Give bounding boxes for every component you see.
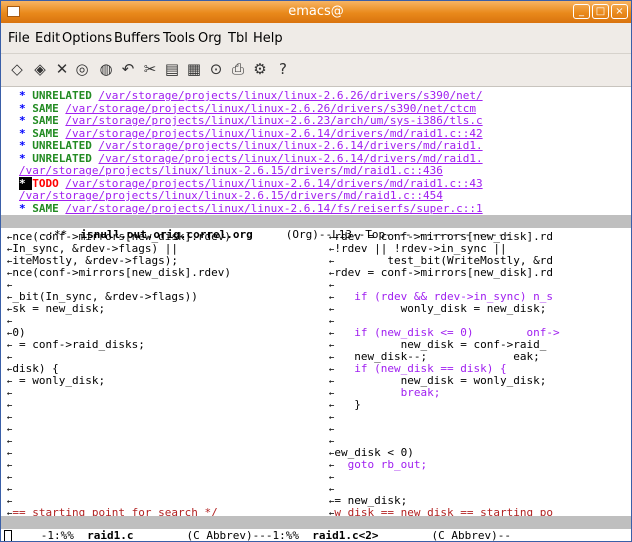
maximize-icon[interactable]: □ [592,4,609,19]
code-text: sk = new_disk; [12,302,106,315]
right-code-line[interactable]: ← goto rb_out; [329,458,427,471]
org-keyword: UNRELATED [32,139,99,152]
org-keyword: UNRELATED [32,151,99,165]
org-keyword: SAME [32,114,66,127]
org-heading-star: * [19,151,33,165]
menu-options[interactable]: Options [62,31,112,46]
org-file-link[interactable]: /var/storage/projects/linux/linux-2.6.14… [98,139,482,152]
menu-tools[interactable]: Tools [163,31,195,46]
org-line[interactable]: /var/storage/projects/linux/linux-2.6.15… [19,189,443,202]
close-window-icon[interactable]: × [611,4,628,19]
org-file-link[interactable]: /var/storage/projects/linux/linux-2.6.14… [65,177,482,190]
close-icon[interactable]: ✕ [53,60,71,78]
minibuffer[interactable] [1,530,631,541]
paste-icon[interactable]: ▦ [185,60,203,78]
save-icon[interactable]: ◎ [73,60,91,78]
menu-edit[interactable]: Edit [35,31,60,46]
org-heading-star: * [19,176,33,190]
org-file-link[interactable]: /var/storage/projects/linux/linux-2.6.26… [98,89,482,102]
toolbar: ◇ ◈ ✕ ◎ ◍ ↶ ✂ ▤ ▦ ⊙ ⎙ ⚙? [1,54,631,87]
org-keyword: SAME [32,101,66,115]
org-line[interactable]: /var/storage/projects/linux/linux-2.6.15… [19,164,443,177]
org-file-link[interactable]: /var/storage/projects/linux/linux-2.6.14… [98,152,482,165]
org-line[interactable]: * UNRELATED /var/storage/projects/linux/… [19,152,483,165]
org-heading-star: * [19,101,33,115]
title-bar[interactable]: emacs@ _ □ × [1,1,631,23]
org-line[interactable]: * SAME /var/storage/projects/linux/linux… [19,102,476,115]
minibuffer-cursor [4,530,12,541]
save-as-icon[interactable]: ◍ [97,60,115,78]
org-file-link[interactable]: /var/storage/projects/linux/linux-2.6.15… [19,164,443,177]
org-heading-star: * [19,89,33,102]
org-file-link[interactable]: /var/storage/projects/linux/linux-2.6.26… [65,102,476,115]
copy-icon[interactable]: ▤ [163,60,181,78]
print-icon[interactable]: ⎙ [229,60,247,78]
open-dir-icon[interactable]: ◈ [31,60,49,78]
org-heading-star: * [19,201,33,215]
menu-buffers[interactable]: Buffers [114,31,160,46]
emacs-window: emacs@ _ □ × File Edit Options Buffers Tools… [0,0,632,542]
org-keyword: SAME [32,201,66,215]
org-line[interactable]: * TODO /var/storage/projects/linux/linux… [19,176,483,190]
left-code-line[interactable]: ←sk = new_disk; [7,302,105,315]
help-icon[interactable]: ? [274,60,292,78]
org-line[interactable]: * UNRELATED /var/storage/projects/linux/… [19,89,483,102]
right-code-line[interactable]: ←rdev = conf->mirrors[new_disk].rd [329,266,553,279]
org-file-link[interactable]: /var/storage/projects/linux/linux-2.6.14… [65,202,482,215]
bottom-modeline[interactable]: -1:%% raid1.c (C Abbrev)---1:%% raid1.c<… [1,516,631,541]
menu-file[interactable]: File [8,31,30,46]
code-text: nce(conf->mirrors[new_disk].rdev) [12,266,231,279]
org-heading-star: * [19,114,33,127]
menu-tbl[interactable]: Tbl [228,31,248,46]
preferences-icon[interactable]: ⚙ [251,60,269,78]
left-code-line[interactable]: ←nce(conf->mirrors[new_disk].rdev) [7,266,231,279]
org-keyword: TODO [32,176,66,190]
right-code-pane[interactable]: ←rdev = conf->mirrors[new_disk].rd ←!rdev… [323,228,631,517]
window-title: emacs@ [288,4,344,19]
left-code-line[interactable]: ← = conf->raid_disks; [7,338,145,351]
undo-icon[interactable]: ↶ [119,60,137,78]
code-text: = conf->raid_disks; [12,338,145,351]
search-icon[interactable]: ⊙ [207,60,225,78]
left-code-pane[interactable]: ←nce(conf->mirrors[new_disk].rdev) ←In_sy… [1,228,321,517]
org-line[interactable]: * SAME /var/storage/projects/linux/linux… [19,114,483,127]
org-line[interactable]: * UNRELATED /var/storage/projects/linux/… [19,139,483,152]
minimize-icon[interactable]: _ [573,4,590,19]
right-code-line[interactable]: ← wonly_disk = new_disk; [329,302,546,315]
org-keyword: SAME [32,126,66,140]
org-line[interactable]: * SAME /var/storage/projects/linux/linux… [19,202,483,215]
org-file-link[interactable]: /var/storage/projects/linux/linux-2.6.15… [19,189,443,202]
org-file-link[interactable]: /var/storage/projects/linux/linux-2.6.23… [65,114,482,127]
open-file-icon[interactable]: ◇ [8,60,26,78]
code-text: rdev = conf->mirrors[new_disk].rd [334,266,553,279]
editor-area[interactable]: * UNRELATED /var/storage/projects/linux/… [1,87,631,541]
org-file-link[interactable]: /var/storage/projects/linux/linux-2.6.14… [65,127,482,140]
left-code-line[interactable]: ← = wonly_disk; [7,374,105,387]
org-modeline[interactable]: -:** isnull.out.orig.correl.org (Org)--L… [1,215,631,241]
code-text: wonly_disk = new_disk; [334,302,547,315]
cut-icon[interactable]: ✂ [141,60,159,78]
menu-org[interactable]: Org [198,31,222,46]
code-text: = wonly_disk; [12,374,106,387]
org-heading-star: * [19,139,33,152]
org-keyword: UNRELATED [32,89,99,102]
org-heading-star: * [19,126,33,140]
menu-bar: File Edit Options Buffers Tools Org Tbl Help [1,23,631,54]
menu-help[interactable]: Help [253,31,283,46]
code-text: } [334,398,361,411]
code-text: goto rb_out; [334,458,428,471]
org-line[interactable]: * SAME /var/storage/projects/linux/linux… [19,127,483,140]
